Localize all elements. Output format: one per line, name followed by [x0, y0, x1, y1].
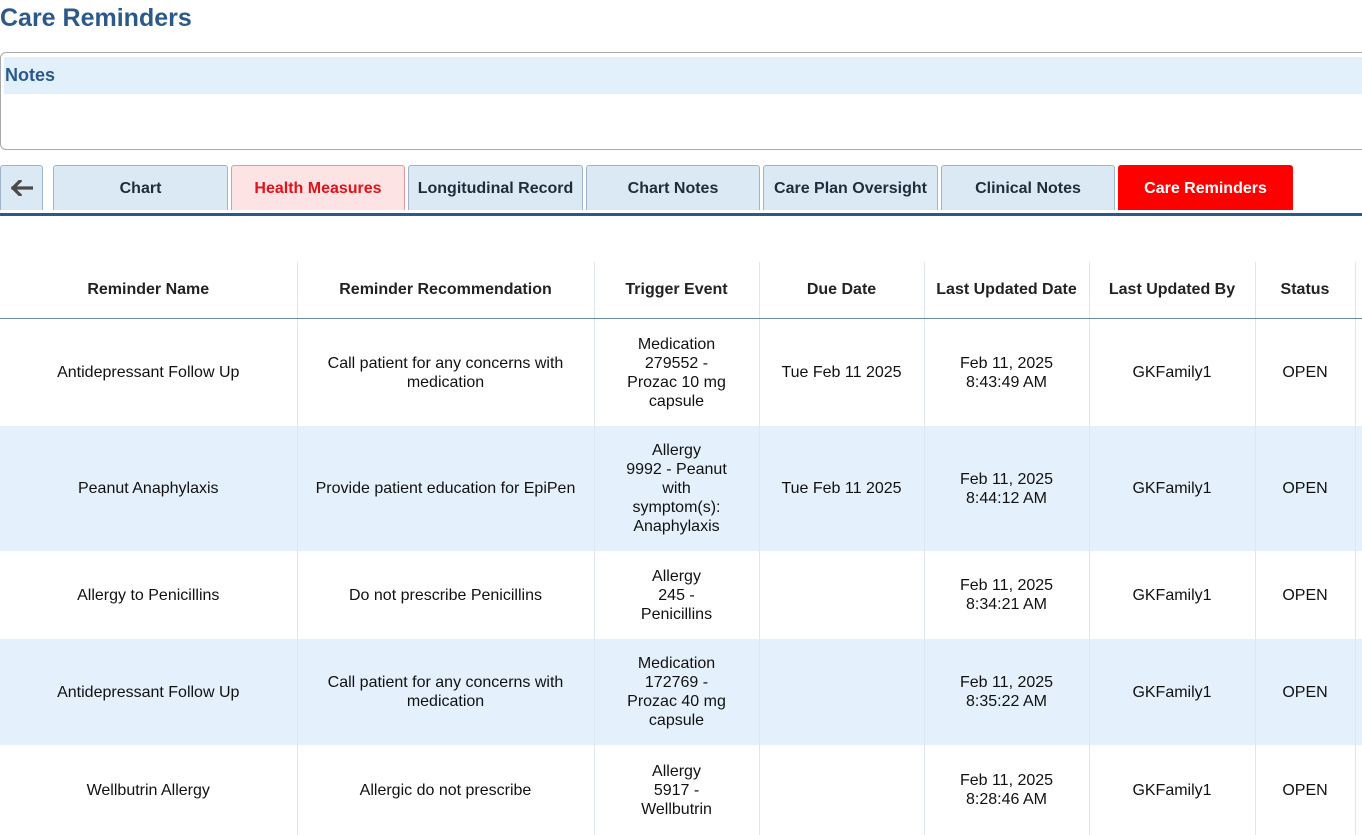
trigger-line: 279552 - — [644, 354, 709, 372]
reminder-recommendation: Call patient for any concerns with medic… — [297, 639, 595, 745]
column-header-recommendation[interactable]: Reminder Recommendation — [297, 262, 595, 319]
updated-date: Feb 11, 2025 — [959, 772, 1054, 789]
tab-chart[interactable]: Chart — [53, 165, 228, 210]
trigger-line: Penicillins — [640, 605, 713, 623]
updated-time: 8:28:46 AM — [966, 791, 1047, 808]
reminder-recommendation: Call patient for any concerns with medic… — [297, 318, 595, 426]
row-spacer — [1355, 639, 1362, 745]
table-row[interactable]: Wellbutrin Allergy Allergic do not presc… — [0, 745, 1362, 835]
status: OPEN — [1255, 639, 1356, 745]
row-spacer — [1355, 426, 1362, 551]
column-header-reminder-name[interactable]: Reminder Name — [0, 262, 298, 319]
tab-chart-notes[interactable]: Chart Notes — [586, 165, 760, 210]
tab-care-reminders[interactable]: Care Reminders — [1118, 165, 1293, 210]
trigger-line: Wellbutrin — [641, 800, 712, 818]
updated-date: Feb 11, 2025 — [959, 674, 1054, 691]
last-updated-date: Feb 11, 2025 8:43:49 AM — [924, 318, 1090, 426]
column-header-due-date[interactable]: Due Date — [759, 262, 925, 319]
trigger-line: Allergy — [652, 762, 701, 780]
tab-health-measures[interactable]: Health Measures — [231, 165, 405, 210]
table-row[interactable]: Antidepressant Follow Up Call patient fo… — [0, 639, 1362, 745]
trigger-event: Medication 279552 - Prozac 10 mg capsule — [594, 318, 760, 426]
reminder-name: Wellbutrin Allergy — [0, 745, 298, 835]
last-updated-by: GKFamily1 — [1089, 426, 1256, 551]
trigger-line: 5917 - — [653, 781, 700, 799]
reminder-name: Peanut Anaphylaxis — [0, 426, 298, 551]
reminder-name: Antidepressant Follow Up — [0, 318, 298, 426]
reminder-recommendation: Allergic do not prescribe — [297, 745, 595, 835]
due-date — [759, 639, 925, 745]
tab-longitudinal-record[interactable]: Longitudinal Record — [408, 165, 583, 210]
trigger-line: Allergy — [652, 442, 701, 459]
tab-care-plan-oversight[interactable]: Care Plan Oversight — [763, 165, 938, 210]
table-row[interactable]: Peanut Anaphylaxis Provide patient educa… — [0, 426, 1362, 551]
status: OPEN — [1255, 551, 1356, 639]
reminder-recommendation: Provide patient education for EpiPen — [297, 426, 595, 551]
trigger-line: with — [662, 480, 691, 497]
last-updated-by: GKFamily1 — [1089, 745, 1256, 835]
last-updated-date: Feb 11, 2025 8:44:12 AM — [924, 426, 1090, 551]
tab-clinical-notes[interactable]: Clinical Notes — [941, 165, 1115, 210]
table-row[interactable]: Antidepressant Follow Up Call patient fo… — [0, 318, 1362, 426]
due-date — [759, 551, 925, 639]
status: OPEN — [1255, 745, 1356, 835]
last-updated-date: Feb 11, 2025 8:35:22 AM — [924, 639, 1090, 745]
page-title: Care Reminders — [0, 4, 192, 32]
table-header-row: Reminder Name Reminder Recommendation Tr… — [0, 262, 1362, 319]
last-updated-by: GKFamily1 — [1089, 551, 1256, 639]
last-updated-date: Feb 11, 2025 8:34:21 AM — [924, 551, 1090, 639]
trigger-line: symptom(s): — [632, 499, 721, 516]
care-reminders-table: Reminder Name Reminder Recommendation Tr… — [0, 262, 1362, 835]
updated-time: 8:43:49 AM — [966, 373, 1047, 391]
tab-bar: Chart Health Measures Longitudinal Recor… — [0, 165, 1362, 216]
trigger-line: Anaphylaxis — [633, 518, 720, 535]
trigger-event: Medication 172769 - Prozac 40 mg capsule — [594, 639, 760, 745]
reminder-name: Allergy to Penicillins — [0, 551, 298, 639]
due-date: Tue Feb 11 2025 — [759, 426, 925, 551]
trigger-line: 245 - — [658, 586, 695, 604]
last-updated-by: GKFamily1 — [1089, 318, 1256, 426]
row-spacer — [1355, 745, 1362, 835]
updated-date: Feb 11, 2025 — [959, 354, 1054, 372]
back-button[interactable] — [0, 165, 43, 210]
column-header-last-updated-date[interactable]: Last Updated Date — [924, 262, 1090, 319]
notes-panel: Notes — [0, 52, 1362, 150]
trigger-event: Allergy 5917 - Wellbutrin — [594, 745, 760, 835]
arrow-left-icon — [10, 178, 34, 198]
status: OPEN — [1255, 426, 1356, 551]
updated-date: Feb 11, 2025 — [959, 470, 1054, 488]
last-updated-by: GKFamily1 — [1089, 639, 1256, 745]
column-header-status[interactable]: Status — [1255, 262, 1356, 319]
status: OPEN — [1255, 318, 1356, 426]
row-spacer — [1355, 551, 1362, 639]
trigger-line: 172769 - — [644, 674, 709, 691]
column-header-spacer — [1355, 262, 1362, 319]
reminder-recommendation: Do not prescribe Penicillins — [297, 551, 595, 639]
trigger-line: Allergy — [652, 567, 701, 585]
notes-header: Notes — [4, 57, 1362, 94]
due-date: Tue Feb 11 2025 — [759, 318, 925, 426]
updated-date: Feb 11, 2025 — [959, 577, 1054, 594]
trigger-line: capsule — [648, 392, 705, 410]
trigger-event: Allergy 245 - Penicillins — [594, 551, 760, 639]
column-header-trigger-event[interactable]: Trigger Event — [594, 262, 760, 319]
trigger-event: Allergy 9992 - Peanut with symptom(s): A… — [594, 426, 760, 551]
trigger-line: Medication — [637, 655, 716, 672]
trigger-line: capsule — [648, 712, 705, 729]
reminder-name: Antidepressant Follow Up — [0, 639, 298, 745]
trigger-line: Medication — [637, 335, 716, 353]
last-updated-date: Feb 11, 2025 8:28:46 AM — [924, 745, 1090, 835]
trigger-line: Prozac 10 mg — [627, 373, 726, 391]
updated-time: 8:35:22 AM — [966, 693, 1047, 710]
updated-time: 8:44:12 AM — [966, 489, 1047, 507]
table-row[interactable]: Allergy to Penicillins Do not prescribe … — [0, 551, 1362, 639]
updated-time: 8:34:21 AM — [966, 596, 1047, 613]
trigger-line: Prozac 40 mg — [627, 693, 726, 710]
row-spacer — [1355, 318, 1362, 426]
column-header-last-updated-by[interactable]: Last Updated By — [1089, 262, 1256, 319]
due-date — [759, 745, 925, 835]
trigger-line: 9992 - Peanut — [626, 461, 727, 478]
